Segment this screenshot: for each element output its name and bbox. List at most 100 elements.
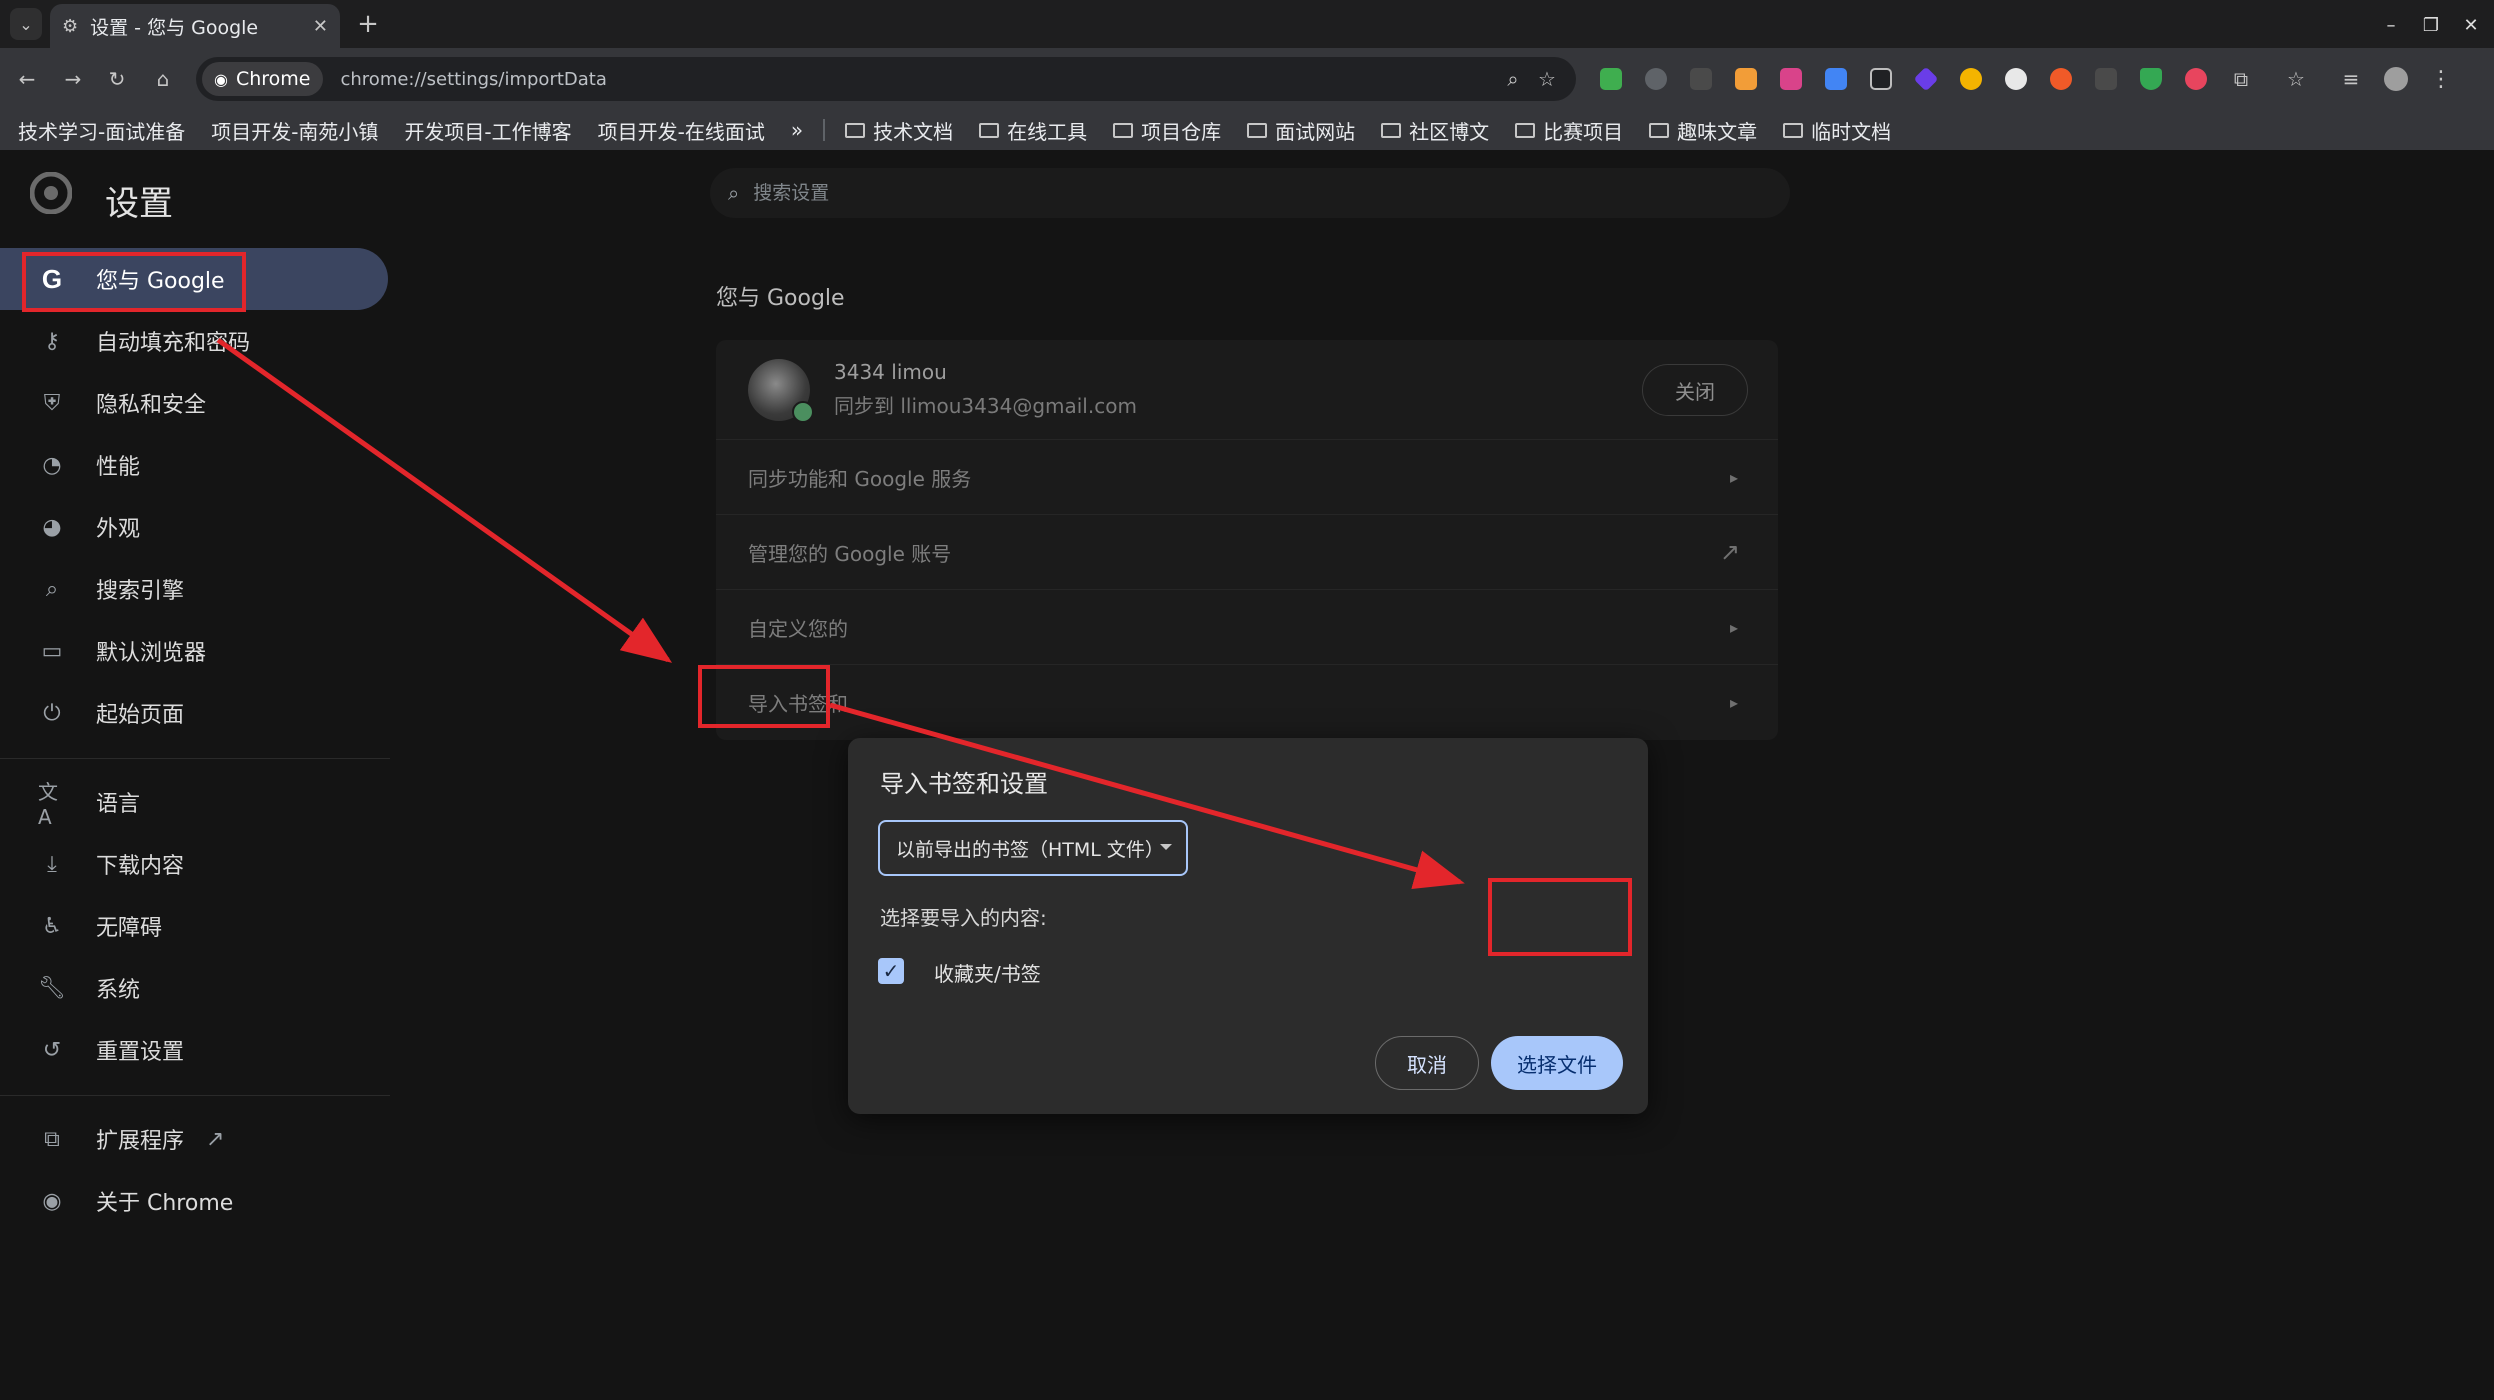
- sidebar-item-label: 关于 Chrome: [96, 1191, 234, 1216]
- home-button[interactable]: ⌂: [146, 62, 180, 96]
- settings-sidebar: G 您与 Google ⚷ 自动填充和密码 ⛨ 隐私和安全 ◔ 性能 ◕ 外观 …: [0, 248, 400, 1232]
- bookmark-folder[interactable]: 临时文档: [1777, 112, 1897, 149]
- extension-face-icon[interactable]: [1864, 62, 1898, 96]
- extension-copy-icon[interactable]: [1684, 62, 1718, 96]
- settings-page: 设置 ⌕ G 您与 Google ⚷ 自动填充和密码 ⛨ 隐私和安全 ◔ 性能 …: [0, 150, 2494, 1400]
- choose-file-button[interactable]: 选择文件: [1491, 1036, 1623, 1090]
- bookmark-item[interactable]: 技术学习-面试准备: [12, 112, 191, 149]
- turn-off-sync-button[interactable]: 关闭: [1642, 364, 1748, 416]
- minimize-button[interactable]: –: [2376, 10, 2406, 40]
- bookmark-folder[interactable]: 趣味文章: [1643, 112, 1763, 149]
- sidebar-item-about-chrome[interactable]: ◉ 关于 Chrome: [0, 1170, 400, 1232]
- bookmark-folder[interactable]: 社区博文: [1375, 112, 1495, 149]
- restore-button[interactable]: ❐: [2416, 10, 2446, 40]
- extension-orange-icon[interactable]: [1729, 62, 1763, 96]
- extension-screen-icon[interactable]: [2089, 62, 2123, 96]
- sidebar-item-label: 下载内容: [96, 854, 185, 879]
- manage-account-row[interactable]: 管理您的 Google 账号 ↗: [716, 515, 1778, 590]
- extension-blue-icon[interactable]: [1819, 62, 1853, 96]
- search-icon: ⌕: [728, 181, 740, 205]
- search-input[interactable]: [753, 182, 1654, 204]
- forward-button[interactable]: →: [56, 62, 90, 96]
- extension-flower-icon[interactable]: [2044, 62, 2078, 96]
- bookmark-folder[interactable]: 技术文档: [839, 112, 959, 149]
- bookmarks-checkbox[interactable]: ✓: [878, 958, 904, 984]
- extension-github-icon[interactable]: [1999, 62, 2033, 96]
- sidebar-item-search-engine[interactable]: ⌕ 搜索引擎: [0, 558, 400, 620]
- folder-icon: [1113, 122, 1134, 138]
- sidebar-item-accessibility[interactable]: ♿ 无障碍: [0, 895, 400, 957]
- sidebar-item-downloads[interactable]: ⤓ 下载内容: [0, 833, 400, 895]
- bookmark-item[interactable]: 项目开发-在线面试: [592, 112, 771, 149]
- folder-icon: [845, 122, 866, 138]
- search-icon: ⌕: [45, 576, 59, 602]
- bookmark-item[interactable]: 项目开发-南苑小镇: [205, 112, 384, 149]
- sidebar-item-extensions[interactable]: ⧉ 扩展程序 ↗: [0, 1108, 400, 1170]
- import-bookmarks-row[interactable]: 导入书签和 ▸: [716, 665, 1778, 740]
- sidebar-item-on-startup[interactable]: ⏻ 起始页面: [0, 682, 400, 744]
- bookmark-star-icon[interactable]: ☆: [1530, 62, 1564, 96]
- sidebar-item-label: 搜索引擎: [96, 579, 185, 604]
- customize-profile-row[interactable]: 自定义您的 ▸: [716, 590, 1778, 665]
- sync-services-row[interactable]: 同步功能和 Google 服务 ▸: [716, 440, 1778, 515]
- extensions-puzzle-icon[interactable]: ⧉: [2224, 62, 2258, 96]
- bookmark-folder[interactable]: 在线工具: [973, 112, 1093, 149]
- import-source-value: 以前导出的书签（HTML 文件）: [896, 838, 1164, 861]
- zoom-icon[interactable]: ⌕: [1496, 62, 1530, 96]
- settings-search[interactable]: ⌕: [710, 168, 1790, 218]
- back-button[interactable]: ←: [10, 62, 44, 96]
- sidebar-item-system[interactable]: 🔧︎ 系统: [0, 957, 400, 1019]
- sidebar-item-default-browser[interactable]: ▭ 默认浏览器: [0, 620, 400, 682]
- chevron-down-icon: ⌄: [19, 14, 33, 34]
- tab-close-icon[interactable]: ✕: [313, 16, 328, 37]
- bookmark-folder-label: 社区博文: [1409, 119, 1490, 144]
- chevron-right-icon: ▸: [1729, 467, 1738, 487]
- sidebar-item-reset[interactable]: ↺ 重置设置: [0, 1019, 400, 1081]
- extension-purple-icon[interactable]: [1909, 62, 1943, 96]
- site-info-chip[interactable]: ◉ Chrome: [202, 62, 323, 96]
- settings-gear-icon: ⚙: [62, 15, 79, 37]
- chrome-icon: ◉: [214, 69, 228, 89]
- tab-search-button[interactable]: ⌄: [10, 8, 42, 40]
- bookmark-folder-label: 面试网站: [1275, 119, 1356, 144]
- bookmark-folder-label: 项目仓库: [1141, 119, 1222, 144]
- extension-translate-icon[interactable]: [1774, 62, 1808, 96]
- bookmark-folder[interactable]: 面试网站: [1241, 112, 1361, 149]
- reading-list-icon[interactable]: ≡: [2334, 62, 2368, 96]
- chrome-icon: ◉: [42, 1188, 62, 1214]
- sidebar-item-label: 重置设置: [96, 1040, 185, 1065]
- bookmarks-overflow-button[interactable]: »: [785, 114, 809, 146]
- bookmark-folder[interactable]: 项目仓库: [1107, 112, 1227, 149]
- profile-avatar-icon[interactable]: [2379, 62, 2413, 96]
- import-source-select[interactable]: 以前导出的书签（HTML 文件）: [878, 820, 1188, 876]
- reload-button[interactable]: ↻: [100, 62, 134, 96]
- sidebar-item-label: 语言: [96, 792, 141, 817]
- bookmark-folder[interactable]: 比赛项目: [1509, 112, 1629, 149]
- extension-glasses-icon[interactable]: [1639, 62, 1673, 96]
- caret-down-icon: [1160, 844, 1172, 850]
- address-bar[interactable]: ◉ Chrome chrome://settings/importData ⌕ …: [196, 57, 1576, 101]
- url-text[interactable]: chrome://settings/importData: [341, 69, 1497, 90]
- menu-kebab-icon[interactable]: ⋮: [2424, 62, 2458, 96]
- sidebar-item-privacy[interactable]: ⛨ 隐私和安全: [0, 372, 400, 434]
- reset-icon: ↺: [42, 1037, 62, 1063]
- new-tab-button[interactable]: +: [352, 8, 384, 40]
- extension-shield-icon[interactable]: [2134, 62, 2168, 96]
- sidebar-item-appearance[interactable]: ◕ 外观: [0, 496, 400, 558]
- google-icon: G: [41, 263, 63, 294]
- bookmark-manager-icon[interactable]: ☆: [2279, 62, 2313, 96]
- active-tab[interactable]: ⚙ 设置 - 您与 Google ✕: [50, 4, 340, 48]
- extension-colorful-icon[interactable]: [1954, 62, 1988, 96]
- sidebar-item-autofill[interactable]: ⚷ 自动填充和密码: [0, 310, 400, 372]
- extension-red-icon[interactable]: [2179, 62, 2213, 96]
- bookmark-item[interactable]: 开发项目-工作博客: [398, 112, 577, 149]
- extension-green-icon[interactable]: [1594, 62, 1628, 96]
- sidebar-item-performance[interactable]: ◔ 性能: [0, 434, 400, 496]
- row-label: 自定义您的: [748, 616, 848, 641]
- close-window-button[interactable]: ✕: [2456, 10, 2486, 40]
- accessibility-icon: ♿: [42, 913, 62, 939]
- row-label: 导入书签和: [748, 692, 848, 716]
- sidebar-item-languages[interactable]: 文A 语言: [0, 771, 400, 833]
- sidebar-item-you-and-google[interactable]: G 您与 Google: [0, 248, 388, 310]
- cancel-button[interactable]: 取消: [1375, 1036, 1479, 1090]
